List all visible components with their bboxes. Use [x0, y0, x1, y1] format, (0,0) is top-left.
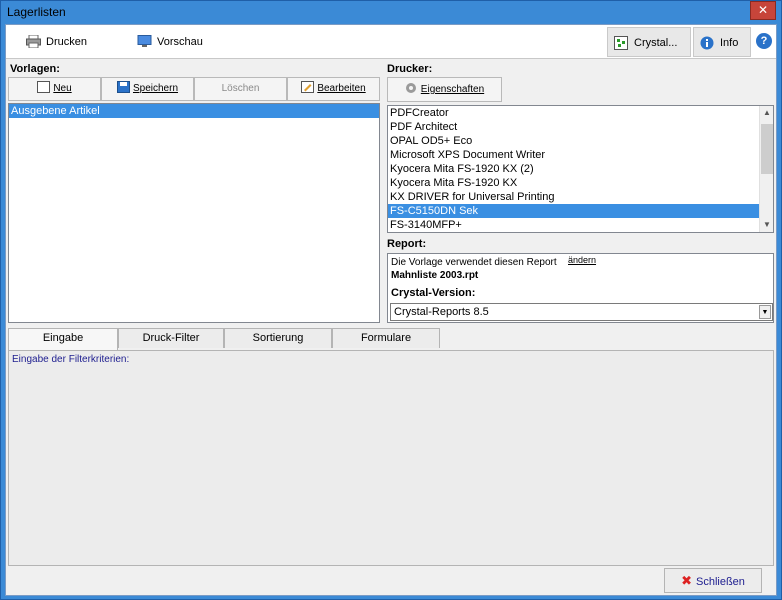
tab-panel-eingabe: Eingabe der Filterkriterien: [8, 350, 774, 566]
scroll-down-icon[interactable]: ▼ [760, 218, 773, 232]
printer-item[interactable]: Microsoft XPS Document Writer [388, 148, 773, 162]
gear-icon [405, 83, 416, 93]
drucker-list[interactable]: PDFCreator PDF Architect OPAL OD5+ Eco M… [387, 105, 774, 233]
tab-druck-filter[interactable]: Druck-Filter [118, 328, 224, 348]
neu-label: Neu [53, 83, 72, 94]
loeschen-button[interactable]: Löschen [194, 77, 287, 101]
preview-button[interactable]: Vorschau [135, 30, 203, 54]
client-area: Drucken Vorschau Crystal... Info ? Vorla… [5, 24, 777, 596]
window: Lagerlisten ✕ Drucken Vorschau Crystal..… [0, 0, 782, 600]
eigenschaften-button[interactable]: Eigenschaften [387, 77, 502, 102]
close-button[interactable]: ✖ Schließen [664, 568, 762, 593]
printer-item[interactable]: Kyocera Mita FS-1920 KX (2) [388, 162, 773, 176]
printer-list-scrollbar[interactable]: ▲ ▼ [759, 106, 773, 232]
speichern-label: Speichern [132, 83, 179, 94]
printer-item[interactable]: FS-3140MFP+ [388, 218, 773, 232]
vorlagen-toolbar: Neu Speichern Löschen Bearbeiten [8, 77, 380, 101]
eigenschaften-label: Eigenschaften [420, 84, 485, 95]
report-box: Die Vorlage verwendet diesen Report ände… [387, 253, 774, 323]
change-report-link[interactable]: ändern [568, 255, 596, 265]
new-document-icon [37, 81, 51, 93]
info-button[interactable]: Info [693, 27, 751, 57]
crystal-button[interactable]: Crystal... [607, 27, 691, 57]
report-file: Mahnliste 2003.rpt [391, 270, 479, 281]
drucker-label: Drucker: [387, 63, 433, 75]
crystal-version-label: Crystal-Version: [391, 287, 476, 299]
crystal-icon [614, 36, 628, 50]
tab-eingabe[interactable]: Eingabe [8, 328, 118, 350]
vorlagen-list[interactable]: Ausgebene Artikel [8, 103, 380, 323]
print-button[interactable]: Drucken [24, 30, 87, 54]
edit-icon [301, 81, 315, 93]
printer-item[interactable]: OPAL OD5+ Eco [388, 134, 773, 148]
close-label: Schließen [695, 576, 745, 588]
toolbar: Drucken Vorschau Crystal... Info ? [6, 25, 776, 59]
printer-item[interactable]: Kyocera Mita FS-1920 KX [388, 176, 773, 190]
info-label: Info [720, 37, 739, 49]
scroll-thumb[interactable] [761, 124, 773, 174]
help-icon[interactable]: ? [756, 33, 772, 49]
close-icon: ✖ [681, 573, 692, 588]
window-title: Lagerlisten [7, 5, 66, 19]
speichern-button[interactable]: Speichern [101, 77, 194, 101]
loeschen-label: Löschen [221, 83, 260, 94]
report-label: Report: [387, 238, 427, 250]
tab-formulare[interactable]: Formulare [332, 328, 440, 348]
bearbeiten-label: Bearbeiten [317, 83, 366, 94]
crystal-version-select[interactable]: Crystal-Reports 8.5 ▼ [390, 303, 773, 321]
info-icon [700, 36, 714, 50]
printer-item[interactable]: PDFCreator [388, 106, 773, 120]
printer-item[interactable]: KX DRIVER for Universal Printing [388, 190, 773, 204]
printer-item[interactable]: PDF Architect [388, 120, 773, 134]
monitor-icon [137, 35, 152, 47]
report-description: Die Vorlage verwendet diesen Report [391, 257, 557, 268]
crystal-version-value: Crystal-Reports 8.5 [394, 306, 489, 318]
bearbeiten-button[interactable]: Bearbeiten [287, 77, 380, 101]
title-bar: Lagerlisten ✕ [1, 1, 781, 24]
vorlagen-label: Vorlagen: [10, 63, 60, 75]
tab-sortierung[interactable]: Sortierung [224, 328, 332, 348]
window-close-button[interactable]: ✕ [750, 1, 776, 20]
crystal-label: Crystal... [634, 37, 678, 49]
save-icon [116, 81, 130, 93]
vorlage-item[interactable]: Ausgebene Artikel [9, 104, 379, 118]
print-label: Drucken [46, 36, 87, 48]
printer-item-selected[interactable]: FS-C5150DN Sek [388, 204, 759, 218]
printer-icon [26, 35, 41, 48]
chevron-down-icon[interactable]: ▼ [759, 305, 771, 319]
filter-criteria-label: Eingabe der Filterkriterien: [12, 354, 130, 365]
scroll-up-icon[interactable]: ▲ [760, 106, 773, 120]
preview-label: Vorschau [157, 36, 203, 48]
neu-button[interactable]: Neu [8, 77, 101, 101]
